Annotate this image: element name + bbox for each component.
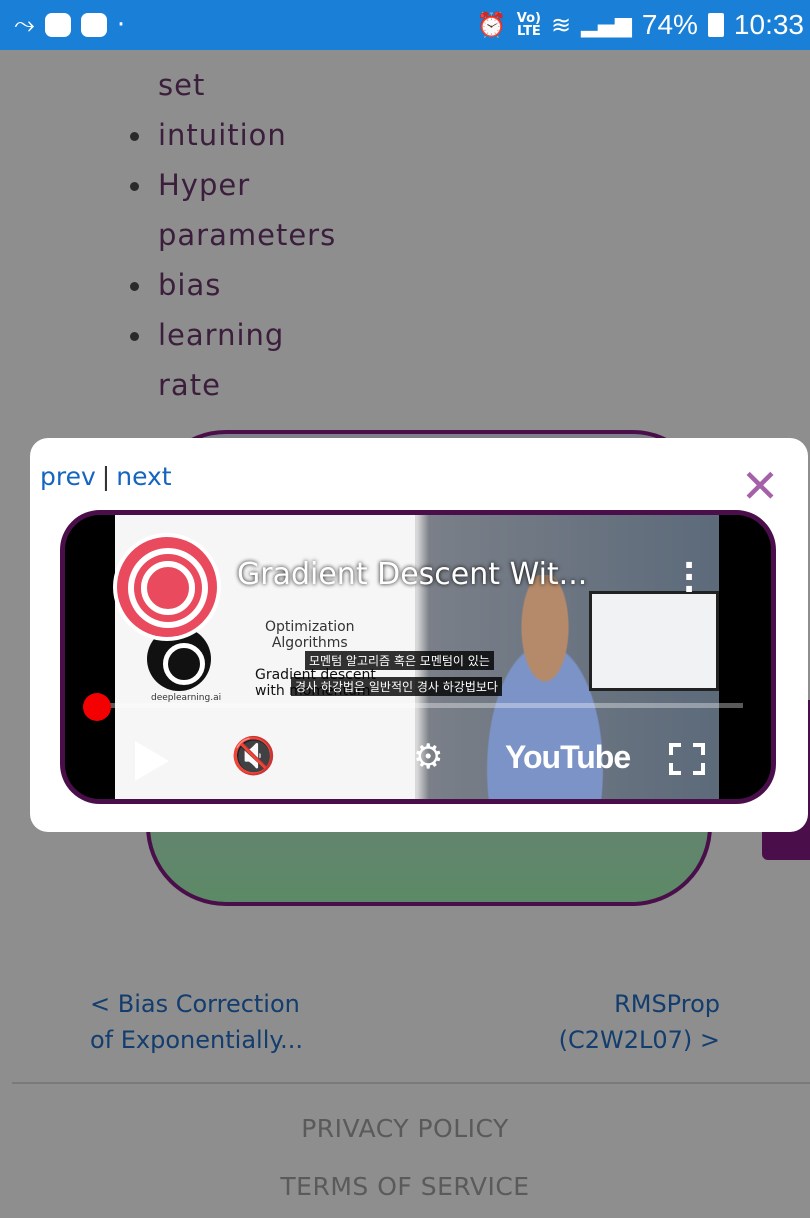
list-item: intuition (120, 110, 380, 160)
progress-bar[interactable] (93, 703, 743, 708)
notification-dot: · (116, 10, 126, 40)
monitor-image (589, 591, 719, 691)
close-icon[interactable]: ✕ (740, 463, 780, 509)
caption-line: 모멘텀 알고리즘 혹은 모멘텀이 있는 (305, 651, 494, 670)
list-item: rate (158, 368, 221, 402)
privacy-policy-link[interactable]: PRIVACY POLICY (0, 1114, 810, 1143)
previous-lesson-line2: of Exponentially... (90, 1026, 304, 1054)
next-link[interactable]: next (116, 462, 171, 491)
topic-list: set intuition Hyper parameters bias lear… (120, 60, 380, 410)
previous-lesson-line1: < Bias Correction (90, 990, 300, 1018)
gear-icon[interactable]: ⚙ (413, 737, 443, 777)
next-lesson-link[interactable]: RMSProp (C2W2L07) > (559, 986, 720, 1058)
video-player[interactable]: deeplearning.ai Optimization Algorithms … (60, 510, 776, 804)
lesson-navigation: < Bias Correction of Exponentially... RM… (0, 986, 810, 1076)
slide-brand: deeplearning.ai (151, 693, 222, 703)
list-item: set (158, 68, 206, 102)
slide-title-line1: Optimization (265, 619, 355, 635)
list-item: bias (120, 260, 380, 310)
status-bar: ⤳ · ⏰ Vo) LTE ≋ ▂▄▆ 74% 10:33 (0, 0, 810, 50)
nav-separator: | (101, 462, 111, 491)
previous-lesson-link[interactable]: < Bias Correction of Exponentially... (90, 986, 303, 1058)
video-popup: prev | next ✕ deeplearning.ai Optimization… (30, 438, 808, 832)
alarm-icon: ⏰ (476, 11, 507, 39)
video-title[interactable]: Gradient Descent Wit... (237, 557, 587, 592)
list-item: parameters (158, 218, 337, 252)
clock: 10:33 (733, 9, 804, 40)
list-item: Hyper (120, 160, 380, 210)
app-icon (80, 13, 107, 37)
signal-icon: ▂▄▆ (581, 12, 632, 38)
progress-scrubber[interactable] (83, 693, 111, 721)
next-lesson-line2: (C2W2L07) > (558, 1026, 720, 1054)
battery-icon (707, 13, 724, 37)
volte-icon: Vo) LTE (516, 11, 541, 39)
app-icon (44, 13, 71, 37)
play-icon[interactable] (135, 741, 169, 781)
mute-icon[interactable]: 🔇 (231, 735, 276, 777)
footer-divider (12, 1082, 810, 1084)
slide-title-line2: Algorithms (271, 635, 348, 651)
missed-call-icon: ⤳ (14, 9, 35, 40)
prev-link[interactable]: prev (40, 462, 96, 491)
terms-of-service-link[interactable]: TERMS OF SERVICE (0, 1172, 810, 1201)
popup-navigation: prev | next (40, 462, 172, 491)
wifi-icon: ≋ (551, 11, 572, 39)
list-item: learning (120, 310, 380, 360)
battery-percent: 74% (641, 9, 698, 40)
fullscreen-icon[interactable] (669, 743, 705, 775)
caption-line: 경사 하강법은 일반적인 경사 하강법보다 (291, 677, 502, 696)
slide-title: Optimization Algorithms (265, 619, 355, 651)
youtube-logo[interactable]: YouTube (505, 739, 631, 776)
channel-avatar-icon[interactable] (113, 533, 221, 641)
next-lesson-line1: RMSProp (614, 990, 720, 1018)
more-vert-icon[interactable]: · · · (683, 549, 695, 605)
